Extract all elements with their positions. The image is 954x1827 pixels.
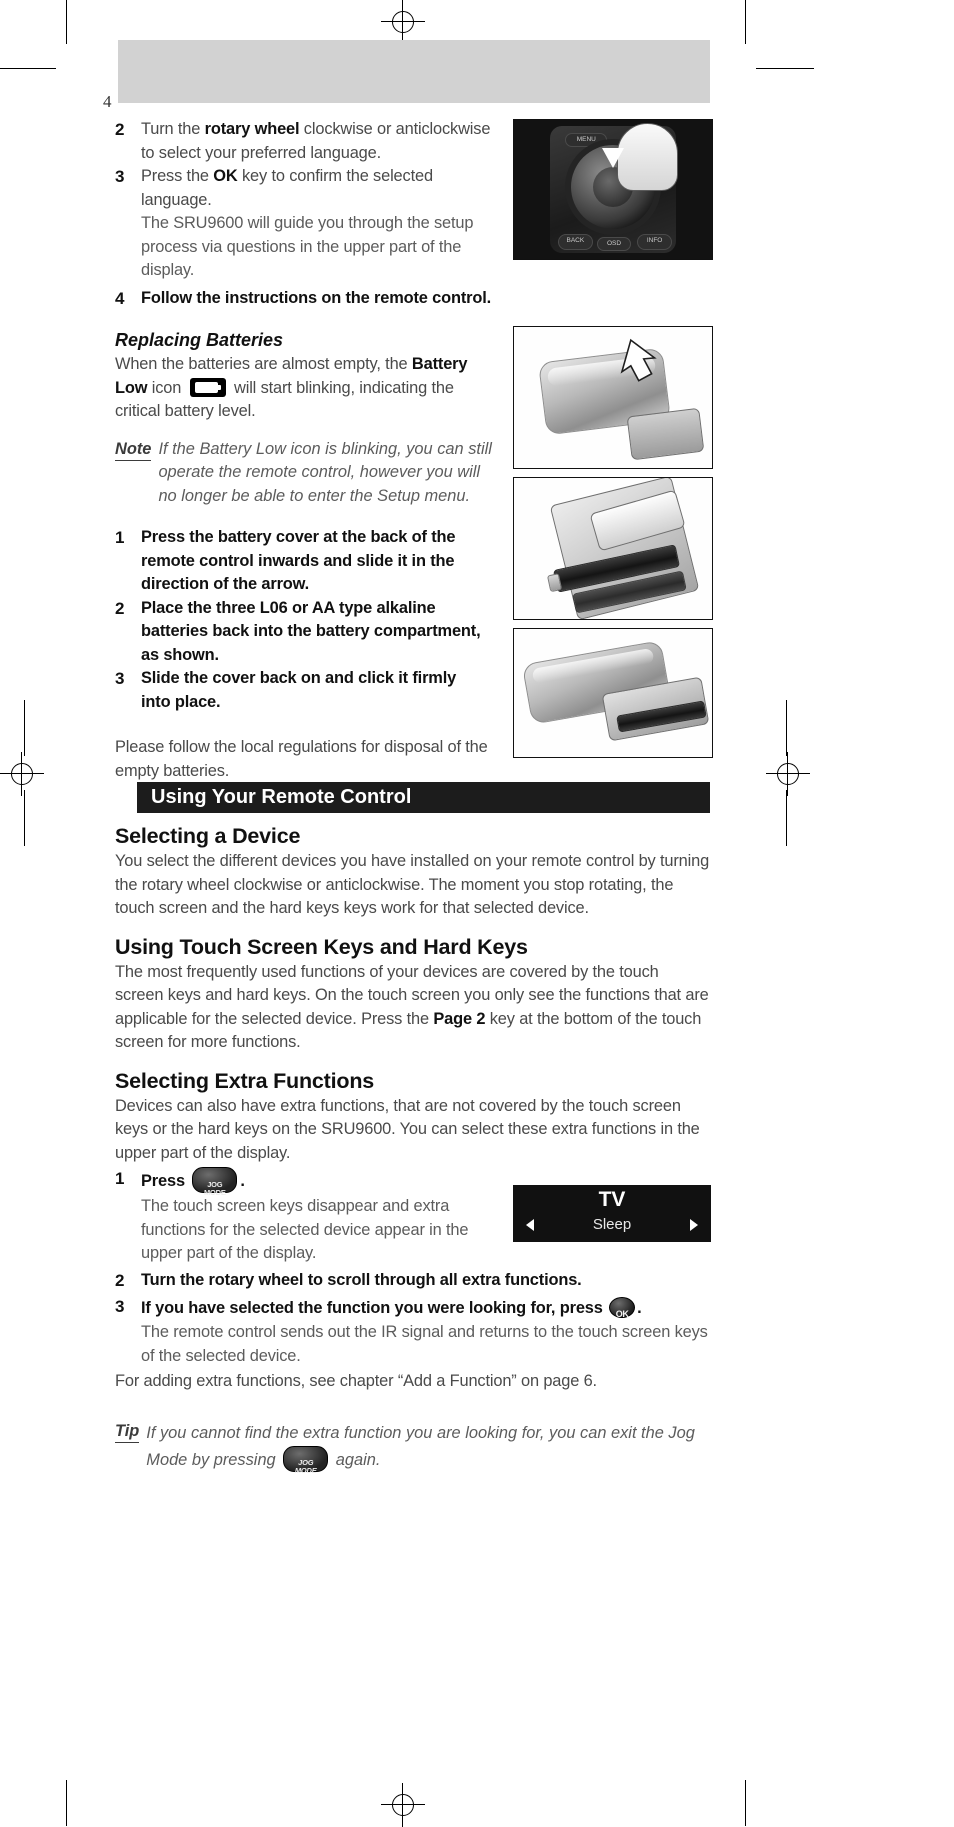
note-label: Note [115,438,152,461]
lcd-display-panel: TV Sleep [513,1185,711,1242]
step-number: 2 [115,120,125,139]
jog-icon-line2: MODE [203,1188,226,1197]
step-text-post: . [240,1172,245,1190]
step-text: Slide the cover back on and click it fir… [141,669,457,711]
step-item: 3 Slide the cover back on and click it f… [115,667,487,714]
photo-battery-insert [513,477,713,620]
step-text: Place the three L06 or AA type alkaline … [141,598,481,664]
photo-battery-cover-close [513,628,713,758]
jog-mode-icon: JOG MODE [192,1167,238,1197]
tip-label: Tip [115,1420,140,1443]
step-item: 3 Press the OK key to confirm the select… [115,165,505,212]
step-subtext: The SRU9600 will guide you through the s… [141,214,474,279]
step-number: 1 [115,1169,125,1188]
step-item: 2 Turn the rotary wheel clockwise or ant… [115,118,505,165]
step-text-pre: If you have selected the function you we… [141,1299,608,1317]
crop-mark [66,0,67,44]
tip-body-a: If you cannot find the extra function yo… [146,1423,695,1469]
page-number: 4 [103,92,112,111]
crop-mark [0,68,56,69]
ok-icon-label: OK [615,1309,629,1319]
step-text: Press the OK key to confirm the selected… [141,165,505,212]
touch-keys-body: The most frequently used functions of yo… [115,961,710,1055]
step-text-pre: Press [141,1172,190,1190]
lcd-right-arrow-icon[interactable] [690,1219,698,1231]
jog-mode-icon: JOG MODE [283,1445,329,1475]
page-2-key-label: Page 2 [433,1009,486,1028]
add-function-reference: For adding extra functions, see chapter … [115,1372,597,1390]
heading-selecting-a-device: Selecting a Device [115,824,301,848]
step-item: 2 Place the three L06 or AA type alkalin… [115,597,487,668]
battery-intro-a: When the batteries are almost empty, the [115,355,412,373]
step-text-pre: Press the [141,167,214,185]
step-text-bold: OK [213,167,238,185]
photo-battery-cover-slide [513,326,713,469]
note-body: If the Battery Low icon is blinking, you… [158,439,492,505]
step-number: 2 [115,1270,125,1290]
lcd-device-label: TV [598,1188,626,1211]
crop-mark [745,1780,746,1826]
lcd-function-label: Sleep [592,1216,632,1233]
crop-mark [786,790,787,846]
battery-low-icon [189,377,226,397]
step-number: 3 [115,167,125,186]
selecting-device-body: You select the different devices you hav… [115,852,710,917]
step-item: 3 If you have selected the function you … [115,1295,710,1321]
step-text: Press JOG MODE. [141,1167,495,1197]
registration-mark-right [766,752,810,796]
step-item: 4 Follow the instructions on the remote … [115,287,505,311]
heading-selecting-extra-functions: Selecting Extra Functions [115,1068,375,1093]
registration-mark-bottom [381,1783,425,1827]
section-bar-title: Using Your Remote Control [151,786,412,808]
extra-functions-body: Devices can also have extra functions, t… [115,1096,700,1162]
manual-page: 4 2 Turn the rotary wheel clockwise or a… [0,0,954,1827]
header-band [118,40,710,103]
step-number: 3 [115,1297,125,1316]
step-item: 1 Press JOG MODE. [115,1167,495,1197]
lower-text-column: Selecting a Device You select the differ… [115,824,715,1475]
step-text: Press the battery cover at the back of t… [141,528,456,593]
jog-icon-line2: MODE [294,1465,317,1475]
heading-using-touch-screen-keys: Using Touch Screen Keys and Hard Keys [115,934,528,959]
step-number: 3 [115,669,125,688]
step-text: Follow the instructions on the remote co… [141,288,492,307]
registration-mark-top [381,0,425,44]
step-text: If you have selected the function you we… [141,1295,710,1321]
registration-mark-left [0,752,44,796]
tip-body-b: again. [331,1450,381,1469]
step-text: Turn the rotary wheel to scroll through … [141,1270,582,1289]
step-item: 2 Turn the rotary wheel to scroll throug… [115,1269,710,1293]
step-number: 2 [115,598,125,618]
step-text-post: . [637,1299,642,1317]
battery-low-paragraph: When the batteries are almost empty, the… [115,353,493,424]
crop-mark [66,1780,67,1826]
note-block: Note If the Battery Low icon is blinking… [115,438,497,509]
tip-body: If you cannot find the extra function yo… [146,1420,707,1475]
ok-key-icon: OK [609,1297,636,1319]
step-text: Turn the rotary wheel clockwise or antic… [141,118,505,165]
step-item: 1 Press the battery cover at the back of… [115,526,487,597]
photo-remote-rotary-wheel: MENU GUIDE BACK OSD INFO [513,119,713,260]
disposal-paragraph: Please follow the local regulations for … [115,738,488,780]
crop-mark [24,700,25,756]
step-text-bold: rotary wheel [204,120,300,138]
crop-mark [24,790,25,846]
step-number: 4 [115,288,125,308]
section-bar-using-your-remote-control: Using Your Remote Control [137,782,710,813]
step-number: 1 [115,528,125,547]
crop-mark [786,700,787,756]
step-subtext: The remote control sends out the IR sign… [141,1323,708,1365]
tip-block: Tip If you cannot find the extra functio… [115,1420,707,1475]
step-text-pre: Turn the [141,120,205,138]
battery-intro-b: icon [147,378,186,397]
crop-mark [745,0,746,44]
crop-mark [756,68,814,69]
